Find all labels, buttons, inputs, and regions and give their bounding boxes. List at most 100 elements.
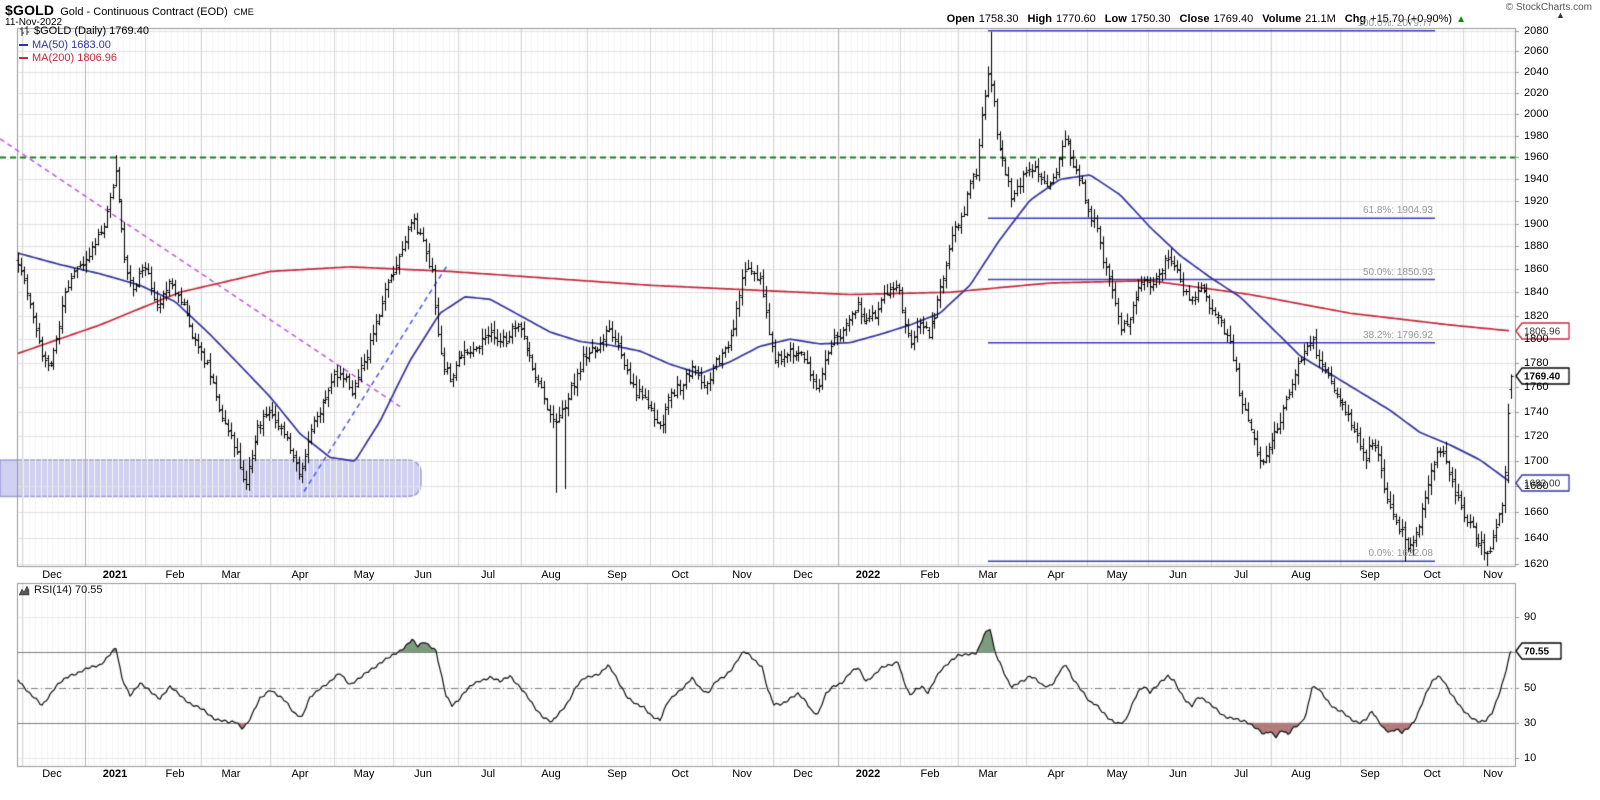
price-axis-tick-1740: 1740	[1524, 406, 1549, 418]
price-rsi-chart-canvas[interactable]	[0, 0, 1600, 800]
price-axis-tick-1820: 1820	[1524, 310, 1549, 322]
price-legend-label: $GOLD (Daily) 1769.40	[34, 25, 149, 37]
quote-value-open: 1758.30	[978, 13, 1019, 25]
xaxis-month-Apr: Apr	[1047, 569, 1065, 581]
xaxis-month-May: May	[353, 569, 375, 581]
xaxis-month-Jul: Jul	[480, 569, 496, 581]
price-axis-tick-1780: 1780	[1524, 357, 1549, 369]
rsi-axis-tick-30: 30	[1524, 717, 1537, 729]
rsi-xaxis-month-Aug: Aug	[541, 768, 561, 780]
stockcharts-credit[interactable]: © StockCharts.com	[1506, 2, 1592, 13]
xaxis-month-Nov: Nov	[732, 569, 752, 581]
rsi-axis-tick-50: 50	[1524, 682, 1537, 694]
quote-value-high: 1770.60	[1055, 13, 1096, 25]
xaxis-month-Jun: Jun	[414, 569, 432, 581]
instrument-name: Gold - Continuous Contract (EOD)	[60, 6, 228, 18]
xaxis-month-Jul: Jul	[1233, 569, 1249, 581]
price-axis-tick-1980: 1980	[1524, 130, 1549, 142]
price-tag-1683.00: 1683.00	[1524, 478, 1561, 490]
price-axis-tick-1860: 1860	[1524, 263, 1549, 275]
quote-label-open: Open	[946, 13, 975, 25]
rsi-xaxis-month-Dec: Dec	[793, 768, 813, 780]
rsi-xaxis-month-May: May	[1106, 768, 1128, 780]
price-axis-tick-1920: 1920	[1524, 195, 1549, 207]
rsi-xaxis-month-Jun: Jun	[414, 768, 432, 780]
quote-value-low: 1750.30	[1130, 13, 1171, 25]
rsi-axis-tick-10: 10	[1524, 752, 1537, 764]
rsi-xaxis-month-Feb: Feb	[920, 768, 940, 780]
fib-label-100.0: 100.0%: 2079.77	[1357, 18, 1433, 29]
ma200-legend[interactable]: MA(200) 1806.96	[19, 52, 117, 64]
price-axis-tick-2080: 2080	[1524, 25, 1549, 37]
xaxis-month-Aug: Aug	[1291, 569, 1311, 581]
change-up-arrow-icon: ▲	[1456, 13, 1466, 25]
rsi-xaxis-month-Feb: Feb	[165, 768, 185, 780]
price-axis-tick-2000: 2000	[1524, 108, 1549, 120]
fib-label-0.0: 0.0%: 1622.08	[1368, 548, 1434, 559]
xaxis-month-May: May	[1106, 569, 1128, 581]
ohlc-style-icon	[20, 25, 29, 36]
rsi-legend-label: RSI(14) 70.55	[34, 584, 103, 596]
xaxis-month-Apr: Apr	[291, 569, 309, 581]
rsi-xaxis-month-Aug: Aug	[1291, 768, 1311, 780]
ma200-legend-label: MA(200) 1806.96	[32, 52, 117, 64]
price-axis-tick-1720: 1720	[1524, 430, 1549, 442]
price-axis-tick-1840: 1840	[1524, 286, 1549, 298]
xaxis-month-Dec: Dec	[42, 569, 62, 581]
xaxis-month-Feb: Feb	[165, 569, 185, 581]
rsi-xaxis-month-Mar: Mar	[221, 768, 241, 780]
quote-label-close: Close	[1179, 13, 1210, 25]
xaxis-month-Feb: Feb	[920, 569, 940, 581]
rsi-xaxis-month-Jul: Jul	[1233, 768, 1249, 780]
fib-label-61.8: 61.8%: 1904.93	[1362, 205, 1433, 216]
ma200-swatch-icon	[19, 57, 28, 59]
price-axis-tick-1700: 1700	[1524, 455, 1549, 467]
xaxis-month-2021: 2021	[102, 569, 128, 581]
scroll-up-icon[interactable]: ▲	[1556, 10, 1565, 20]
price-legend[interactable]: $GOLD (Daily) 1769.40	[19, 25, 149, 37]
symbol-label: $GOLD	[5, 2, 55, 18]
quote-label-volume: Volume	[1262, 13, 1302, 25]
xaxis-month-Oct: Oct	[1423, 569, 1441, 581]
rsi-xaxis-month-Nov: Nov	[1483, 768, 1503, 780]
rsi-xaxis-month-Oct: Oct	[671, 768, 689, 780]
xaxis-month-2022: 2022	[855, 569, 881, 581]
exchange-label: CME	[233, 7, 254, 17]
price-axis-tick-1960: 1960	[1524, 151, 1549, 163]
rsi-xaxis-month-Apr: Apr	[291, 768, 309, 780]
rsi-xaxis-month-Oct: Oct	[1423, 768, 1441, 780]
ma50-legend[interactable]: MA(50) 1683.00	[19, 39, 111, 51]
quote-label-high: High	[1027, 13, 1052, 25]
xaxis-month-Oct: Oct	[671, 569, 689, 581]
xaxis-month-Aug: Aug	[541, 569, 561, 581]
rsi-xaxis-month-Sep: Sep	[1360, 768, 1380, 780]
quote-label-low: Low	[1104, 13, 1127, 25]
price-axis-tick-1640: 1640	[1524, 532, 1549, 544]
price-axis-tick-1880: 1880	[1524, 240, 1549, 252]
price-tag-1806.96: 1806.96	[1524, 326, 1561, 338]
rsi-xaxis-month-2022: 2022	[855, 768, 881, 780]
stockcharts-page: $GOLD Gold - Continuous Contract (EOD) C…	[0, 0, 1600, 800]
quote-value-close: 1769.40	[1213, 13, 1254, 25]
rsi-legend[interactable]: RSI(14) 70.55	[19, 584, 102, 596]
xaxis-month-Sep: Sep	[1360, 569, 1380, 581]
rsi-value-tag: 70.55	[1524, 646, 1550, 658]
rsi-indicator-icon	[19, 584, 30, 595]
price-axis-tick-1660: 1660	[1524, 506, 1549, 518]
price-axis-tick-1900: 1900	[1524, 218, 1549, 230]
chart-header: $GOLD Gold - Continuous Contract (EOD) C…	[5, 2, 254, 18]
xaxis-month-Mar: Mar	[978, 569, 998, 581]
rsi-xaxis-month-Mar: Mar	[978, 768, 998, 780]
ma50-swatch-icon	[19, 44, 28, 46]
rsi-xaxis-month-Dec: Dec	[42, 768, 62, 780]
rsi-xaxis-month-May: May	[353, 768, 375, 780]
price-axis-tick-1620: 1620	[1524, 558, 1549, 570]
xaxis-month-Mar: Mar	[221, 569, 241, 581]
price-axis-tick-1760: 1760	[1524, 381, 1549, 393]
price-tag-1769.40: 1769.40	[1524, 371, 1561, 383]
rsi-xaxis-month-Sep: Sep	[607, 768, 627, 780]
price-axis-tick-1940: 1940	[1524, 173, 1549, 185]
rsi-xaxis-month-Apr: Apr	[1047, 768, 1065, 780]
xaxis-month-Nov: Nov	[1483, 569, 1503, 581]
rsi-axis-tick-90: 90	[1524, 611, 1537, 623]
